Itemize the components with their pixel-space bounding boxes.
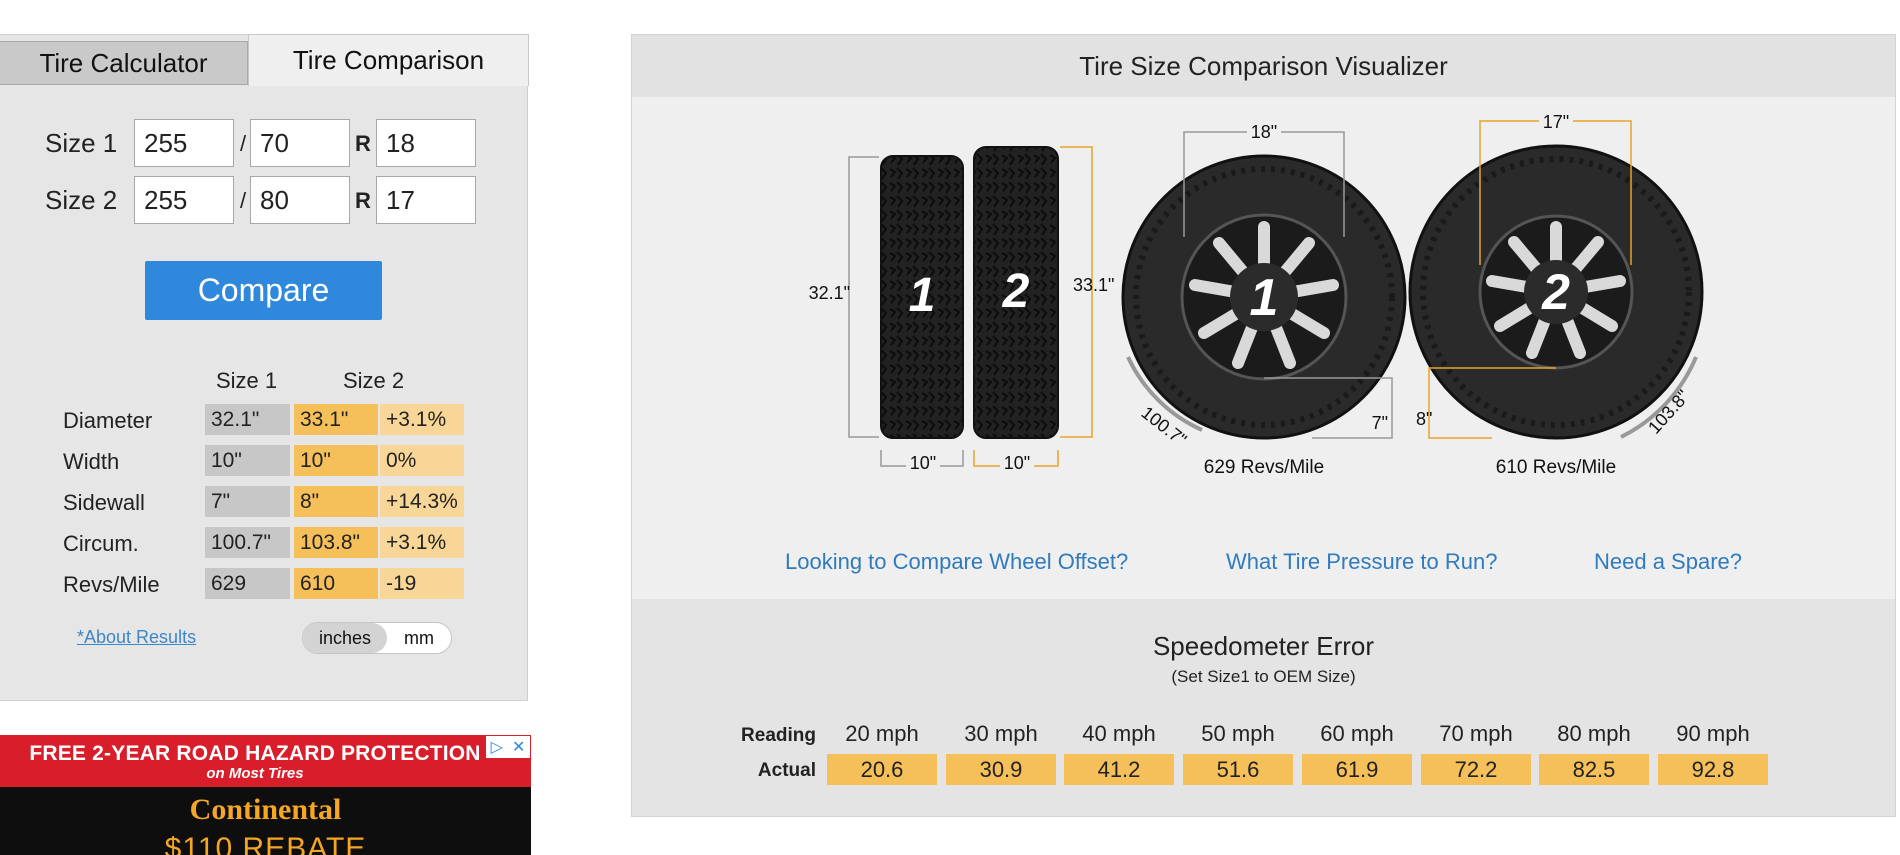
- speedometer-subtitle: (Set Size1 to OEM Size): [1171, 667, 1356, 686]
- ad-banner-top: FREE 2-YEAR ROAD HAZARD PROTECTION on Mo…: [0, 735, 531, 787]
- tire2-side-view: 2: [973, 146, 1059, 439]
- wheel1-revs-label: 629 Revs/Mile: [1204, 457, 1324, 478]
- diameter-size1-value: 32.1": [205, 404, 290, 435]
- size2-label: Size 2: [45, 185, 118, 215]
- actual-row-label: Actual: [757, 760, 816, 781]
- speedometer-error-section: Speedometer Error (Set Size1 to OEM Size…: [632, 599, 1895, 816]
- size1-aspect-input[interactable]: [250, 119, 350, 167]
- reading-cell: 80 mph: [1557, 721, 1631, 746]
- tire1-number: 1: [909, 269, 936, 322]
- visualizer-panel: Tire Size Comparison Visualizer 1 2 32.1…: [631, 34, 1896, 817]
- wheel2-front-view: 2: [1408, 144, 1704, 440]
- size1-label: Size 1: [45, 128, 118, 158]
- revs-size1-value: 629: [205, 568, 290, 599]
- diameter-size2-value: 33.1": [294, 404, 378, 435]
- circumference-diff-value: +3.1%: [380, 527, 464, 558]
- width-diff-value: 0%: [380, 445, 464, 476]
- size1-r-label: R: [355, 131, 371, 156]
- tire-calculator-panel: Tire Calculator Tire Comparison Size 1 /…: [0, 34, 529, 701]
- reading-cell: 40 mph: [1082, 721, 1156, 746]
- tire2-height-label: 33.1": [1073, 275, 1114, 295]
- wheel2-rim-label: 17": [1543, 112, 1569, 132]
- ad-headline: FREE 2-YEAR ROAD HAZARD PROTECTION: [29, 742, 481, 765]
- ad-subheadline: on Most Tires: [206, 765, 304, 782]
- tire1-height-dimension: [848, 156, 879, 438]
- ad-controls[interactable]: ▷ ✕: [486, 736, 530, 758]
- actual-speed-cell: 72.2: [1421, 754, 1531, 785]
- results-col-size2: Size 2: [343, 368, 405, 393]
- wheel2-number: 2: [1541, 264, 1570, 320]
- tire1-height-label: 32.1": [809, 283, 850, 303]
- sidewall-size2-value: 8": [294, 486, 378, 517]
- tire1-side-view: 1: [880, 155, 964, 439]
- reading-cell: 30 mph: [964, 721, 1038, 746]
- size1-slash: /: [240, 131, 247, 156]
- link-tire-pressure[interactable]: What Tire Pressure to Run?: [1226, 549, 1497, 575]
- reading-cell: 60 mph: [1320, 721, 1394, 746]
- speedometer-title: Speedometer Error: [1152, 631, 1375, 661]
- tab-tire-calculator[interactable]: Tire Calculator: [0, 41, 248, 85]
- ad-brand-logo: Continental: [189, 793, 342, 826]
- ad-rebate-text: $110 REBATE: [164, 832, 367, 855]
- row-label-sidewall: Sidewall: [63, 490, 145, 515]
- wheel1-sidewall-label: 7": [1372, 413, 1388, 433]
- advertisement[interactable]: FREE 2-YEAR ROAD HAZARD PROTECTION on Mo…: [0, 735, 531, 855]
- diameter-diff-value: +3.1%: [380, 404, 464, 435]
- reading-cell: 50 mph: [1201, 721, 1275, 746]
- visualizer-title: Tire Size Comparison Visualizer: [632, 35, 1895, 97]
- tire1-width-label: 10": [910, 453, 936, 473]
- reading-cell: 70 mph: [1439, 721, 1513, 746]
- row-label-diameter: Diameter: [63, 408, 153, 433]
- compare-button[interactable]: Compare: [145, 261, 382, 320]
- sidewall-size1-value: 7": [205, 486, 290, 517]
- actual-speed-cell: 51.6: [1183, 754, 1293, 785]
- circumference-size2-value: 103.8": [294, 527, 378, 558]
- reading-cell: 90 mph: [1676, 721, 1750, 746]
- close-icon[interactable]: ✕: [512, 737, 525, 757]
- revs-diff-value: -19: [380, 568, 464, 599]
- tire2-width-label: 10": [1004, 453, 1030, 473]
- revs-size2-value: 610: [294, 568, 378, 599]
- unit-toggle[interactable]: inches mm: [302, 622, 452, 654]
- size2-width-input[interactable]: [134, 176, 234, 224]
- reading-cell: 20 mph: [845, 721, 919, 746]
- link-need-spare[interactable]: Need a Spare?: [1594, 549, 1742, 575]
- wheel2-revs-label: 610 Revs/Mile: [1496, 457, 1616, 478]
- actual-speed-cell: 82.5: [1539, 754, 1649, 785]
- size1-width-input[interactable]: [134, 119, 234, 167]
- unit-mm-option[interactable]: mm: [387, 623, 451, 653]
- row-label-width: Width: [63, 449, 120, 474]
- about-results-link[interactable]: *About Results: [77, 627, 196, 648]
- row-label-revs-mile: Revs/Mile: [63, 572, 160, 597]
- size2-slash: /: [240, 188, 247, 213]
- results-col-size1: Size 1: [216, 368, 278, 393]
- width-size1-value: 10": [205, 445, 290, 476]
- size2-r-label: R: [355, 188, 371, 213]
- wheel2-sidewall-label: 8": [1416, 409, 1432, 429]
- tab-tire-comparison[interactable]: Tire Comparison: [248, 34, 529, 86]
- actual-speed-cell: 20.6: [827, 754, 937, 785]
- tire-diagram: 1 2 32.1" 33.1" 10" 10" 1 18" 7" 100.7" …: [809, 111, 1704, 478]
- actual-speed-cell: 61.9: [1302, 754, 1412, 785]
- link-compare-wheel-offset[interactable]: Looking to Compare Wheel Offset?: [785, 549, 1128, 575]
- actual-speed-cell: 92.8: [1658, 754, 1768, 785]
- row-label-circumference: Circum.: [63, 531, 139, 556]
- tire2-number: 2: [1002, 265, 1030, 318]
- adchoices-icon[interactable]: ▷: [491, 737, 503, 757]
- size2-aspect-input[interactable]: [250, 176, 350, 224]
- reading-row-label: Reading: [741, 725, 816, 746]
- wheel1-rim-label: 18": [1251, 122, 1277, 142]
- wheel1-number: 1: [1250, 269, 1279, 327]
- width-size2-value: 10": [294, 445, 378, 476]
- sidewall-diff-value: +14.3%: [380, 486, 464, 517]
- circumference-size1-value: 100.7": [205, 527, 290, 558]
- actual-speed-cell: 30.9: [946, 754, 1056, 785]
- wheel1-front-view: 1: [1121, 154, 1407, 440]
- unit-inches-option[interactable]: inches: [303, 623, 387, 653]
- actual-speed-cell: 41.2: [1064, 754, 1174, 785]
- size2-rim-input[interactable]: [376, 176, 476, 224]
- size1-rim-input[interactable]: [376, 119, 476, 167]
